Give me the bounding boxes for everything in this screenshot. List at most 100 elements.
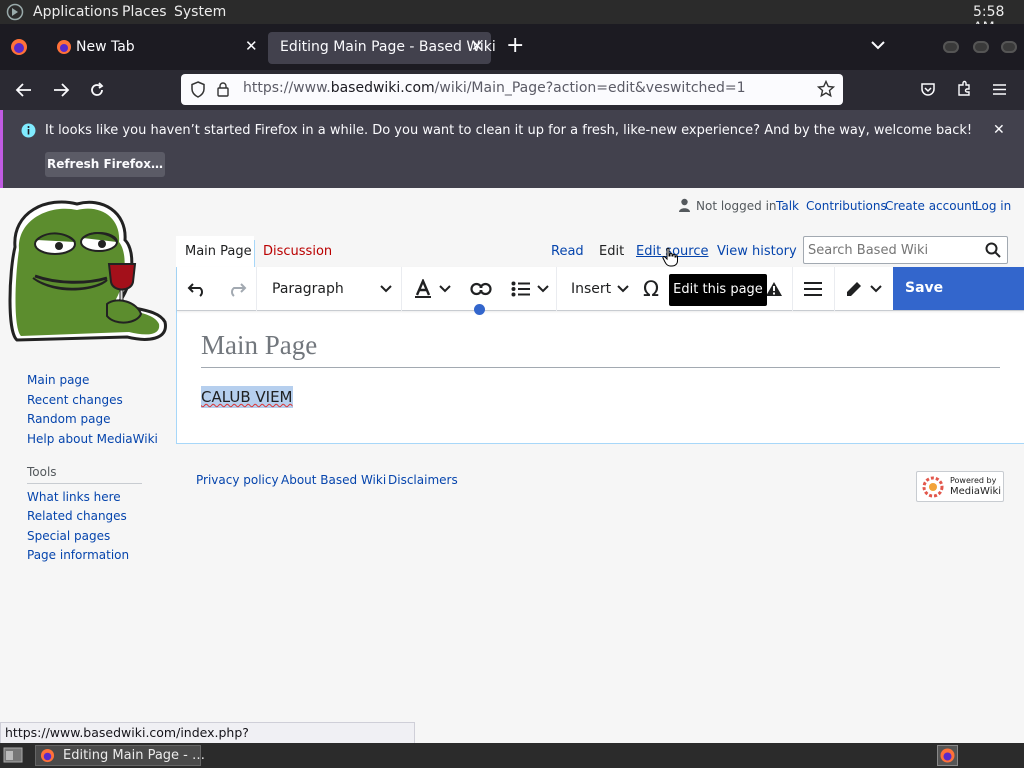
reload-icon[interactable] <box>88 81 106 99</box>
heading-container: Main Page <box>201 328 1000 368</box>
edit-mode-dropdown[interactable] <box>844 267 882 311</box>
tab-discussion[interactable]: Discussion <box>263 244 332 259</box>
chevron-down-icon <box>439 285 451 293</box>
extensions-icon[interactable] <box>956 80 973 97</box>
namespace-tabs: Main Page Discussion <box>176 236 336 268</box>
app-menu-icon[interactable] <box>992 83 1007 96</box>
powered-by-mediawiki-badge[interactable]: Powered by MediaWiki <box>916 471 1004 502</box>
back-arrow-icon[interactable] <box>15 82 33 98</box>
sidebar-item-what-links-here[interactable]: What links here <box>27 490 121 504</box>
pencil-icon <box>844 279 864 299</box>
url-prefix: https://www. <box>243 80 331 96</box>
sidebar-item-special-pages[interactable]: Special pages <box>27 529 110 543</box>
close-window-icon[interactable] <box>1001 41 1017 53</box>
sidebar: Main page Recent changes Random page Hel… <box>27 373 167 573</box>
url-bar[interactable]: https://www.basedwiki.com/wiki/Main_Page… <box>181 74 843 105</box>
info-icon <box>21 123 36 138</box>
paragraph-format-dropdown[interactable]: Paragraph <box>272 267 397 311</box>
chevron-down-icon <box>380 285 392 293</box>
list-dropdown[interactable] <box>511 267 549 311</box>
sidebar-item-random-page[interactable]: Random page <box>27 412 110 426</box>
list-all-tabs-icon[interactable] <box>870 40 886 50</box>
new-tab-plus-icon[interactable]: + <box>506 34 524 58</box>
create-account-link[interactable]: Create account <box>885 199 977 213</box>
applications-menu[interactable]: Applications <box>33 4 119 20</box>
taskbar-window-label: Editing Main Page - … <box>63 748 206 763</box>
pocket-icon[interactable] <box>920 81 936 97</box>
show-desktop-icon[interactable] <box>3 747 23 763</box>
tab-divider <box>254 240 255 268</box>
log-in-link[interactable]: Log in <box>975 199 1011 213</box>
top-panel: Applications Places System 5:58 AM <box>0 0 1024 36</box>
maximize-window-icon[interactable] <box>973 41 989 53</box>
url-path: /wiki/Main_Page?action=edit&veswitched=1 <box>434 80 746 96</box>
page-options-menu-icon[interactable] <box>803 267 823 311</box>
insert-label: Insert <box>571 281 612 297</box>
close-tab-icon[interactable]: ✕ <box>245 37 258 55</box>
sidebar-item-related-changes[interactable]: Related changes <box>27 509 127 523</box>
firefox-view-icon[interactable] <box>10 38 28 56</box>
firefox-icon <box>56 39 72 55</box>
warning-icon[interactable] <box>765 267 783 311</box>
tab-editing-main-page[interactable]: Editing Main Page - Based Wiki ✕ <box>268 32 496 64</box>
sidebar-item-help[interactable]: Help about MediaWiki <box>27 432 158 446</box>
search-icon[interactable] <box>985 242 1001 258</box>
contributions-link[interactable]: Contributions <box>806 199 887 213</box>
close-notification-icon[interactable]: ✕ <box>993 122 1005 138</box>
article-body-text[interactable]: CALUB VIEM <box>201 386 293 408</box>
tab-edit[interactable]: Edit <box>599 244 624 259</box>
talk-link[interactable]: Talk <box>776 199 799 213</box>
bottom-taskbar: Editing Main Page - … <box>0 743 1024 768</box>
redo-icon[interactable] <box>227 267 247 311</box>
undo-icon[interactable] <box>187 267 207 311</box>
tab-read[interactable]: Read <box>551 244 584 259</box>
lock-icon[interactable] <box>216 81 230 97</box>
not-logged-in-label: Not logged in <box>696 199 777 213</box>
places-menu[interactable]: Places <box>122 4 167 20</box>
edit-tooltip: Edit this page <box>669 274 767 306</box>
tab-label: Editing Main Page - Based Wiki <box>280 39 496 55</box>
tab-main-page[interactable]: Main Page <box>176 236 254 268</box>
about-link[interactable]: About Based Wiki <box>281 473 386 487</box>
insert-dropdown[interactable]: Insert <box>571 267 629 311</box>
tools-divider <box>27 483 142 484</box>
page-title[interactable]: Main Page <box>201 330 317 361</box>
mediawiki-flower-icon <box>922 476 944 498</box>
bookmark-star-icon[interactable] <box>817 80 835 98</box>
user-icon <box>678 198 691 212</box>
cursor-handle[interactable] <box>474 304 485 315</box>
workspace-switcher[interactable] <box>937 745 958 766</box>
tab-view-history[interactable]: View history <box>717 244 797 259</box>
forward-arrow-icon[interactable] <box>52 82 70 98</box>
text-style-dropdown[interactable] <box>413 267 451 311</box>
save-changes-button[interactable]: Save changes… <box>893 267 1024 339</box>
privacy-policy-link[interactable]: Privacy policy <box>196 473 279 487</box>
chevron-down-icon <box>617 285 629 293</box>
toolbar-separator <box>401 267 402 311</box>
sidebar-item-recent-changes[interactable]: Recent changes <box>27 393 123 407</box>
close-tab-icon[interactable]: ✕ <box>471 37 484 55</box>
minimize-window-icon[interactable] <box>943 41 959 53</box>
tracking-shield-icon[interactable] <box>190 81 206 98</box>
search-box[interactable] <box>803 236 1008 264</box>
disclaimers-link[interactable]: Disclaimers <box>388 473 458 487</box>
chevron-down-icon <box>537 285 549 293</box>
tab-main-page-label: Main Page <box>185 244 252 259</box>
mediawiki-label: MediaWiki <box>950 486 1002 497</box>
tab-new-tab[interactable]: New Tab ✕ <box>47 32 266 64</box>
search-input[interactable] <box>808 239 978 261</box>
sidebar-item-page-information[interactable]: Page information <box>27 548 129 562</box>
toolbar-separator <box>556 267 557 311</box>
special-character-icon[interactable]: Ω <box>643 267 659 311</box>
sidebar-item-main-page[interactable]: Main page <box>27 373 89 387</box>
wiki-logo[interactable] <box>7 192 167 342</box>
hand-cursor-icon <box>662 247 678 267</box>
tab-bar: New Tab ✕ Editing Main Page - Based Wiki… <box>0 24 1024 70</box>
taskbar-window-button[interactable]: Editing Main Page - … <box>35 745 205 766</box>
refresh-firefox-button[interactable]: Refresh Firefox… <box>45 152 165 177</box>
powered-by-label: Powered by <box>950 476 997 485</box>
tab-label: New Tab <box>76 39 135 55</box>
url-domain: basedwiki.com <box>330 80 435 96</box>
system-menu[interactable]: System <box>174 4 226 20</box>
gnome-logo-icon[interactable] <box>6 3 24 21</box>
